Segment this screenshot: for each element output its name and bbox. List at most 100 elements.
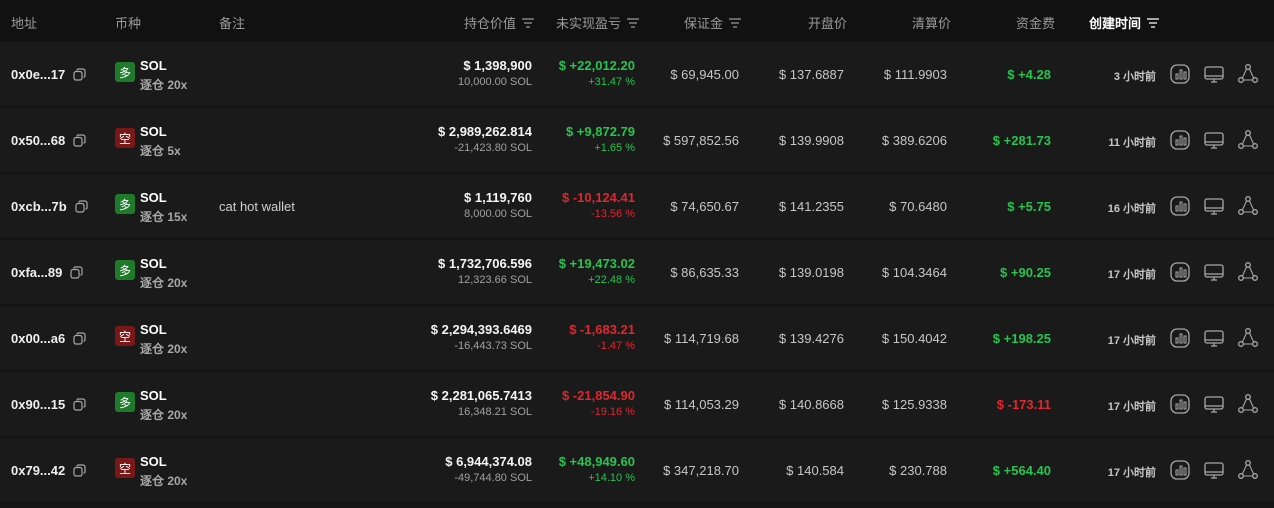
position-value: $ 2,294,393.6469	[430, 322, 532, 337]
bar-chart-icon[interactable]	[1169, 327, 1191, 349]
created-time: 17 小时前	[1107, 269, 1156, 281]
share-network-icon[interactable]	[1237, 393, 1259, 415]
unrealized-pnl-percent: +1.65 %	[594, 142, 635, 154]
share-network-icon[interactable]	[1237, 129, 1259, 151]
address-text[interactable]: 0xcb...7b	[11, 199, 67, 214]
monitor-icon[interactable]	[1203, 459, 1225, 481]
address-text[interactable]: 0x00...a6	[11, 331, 65, 346]
share-network-icon[interactable]	[1237, 195, 1259, 217]
header-margin[interactable]: 保证金	[684, 13, 742, 32]
bar-chart-icon[interactable]	[1169, 459, 1191, 481]
header-funding: 资金费	[1016, 16, 1056, 31]
funding-fee: $ +198.25	[992, 331, 1051, 346]
header-value[interactable]: 持仓价值	[464, 13, 535, 32]
header-created[interactable]: 创建时间	[1089, 13, 1160, 32]
address-cell[interactable]: 0x00...a6	[11, 331, 86, 346]
position-value: $ 1,119,760	[464, 190, 532, 205]
copy-icon[interactable]	[73, 134, 86, 147]
coin-symbol: SOL	[140, 454, 167, 469]
header-address: 地址	[11, 16, 38, 31]
unrealized-pnl: $ +48,949.60	[558, 454, 635, 469]
positions-table: 地址 币种 备注 持仓价值 未实现盈亏 保证金 开盘价 清算价 资金费 创建时间…	[0, 0, 1274, 508]
table-row[interactable]: 0x00...a6 空 SOL 逐仓 20x $ 2,294,393.6469 …	[0, 306, 1274, 370]
header-pnl[interactable]: 未实现盈亏	[556, 13, 640, 32]
table-row[interactable]: 0x79...42 空 SOL 逐仓 20x $ 6,944,374.08 -4…	[0, 438, 1274, 502]
position-value: $ 2,281,065.7413	[430, 388, 532, 403]
funding-fee: $ +564.40	[992, 463, 1051, 478]
filter-icon[interactable]	[522, 17, 535, 28]
copy-icon[interactable]	[73, 464, 86, 477]
bar-chart-icon[interactable]	[1169, 195, 1191, 217]
created-time: 17 小时前	[1107, 401, 1156, 413]
funding-fee: $ +90.25	[1000, 265, 1051, 280]
filter-icon[interactable]	[627, 17, 640, 28]
table-row[interactable]: 0xfa...89 多 SOL 逐仓 20x $ 1,732,706.596 1…	[0, 240, 1274, 304]
unrealized-pnl-percent: -13.56 %	[590, 208, 635, 220]
monitor-icon[interactable]	[1203, 129, 1225, 151]
leverage-label: 逐仓 5x	[140, 144, 181, 158]
table-row[interactable]: 0xcb...7b 多 SOL 逐仓 15x cat hot wallet $ …	[0, 174, 1274, 238]
address-text[interactable]: 0x79...42	[11, 463, 65, 478]
address-cell[interactable]: 0x79...42	[11, 463, 86, 478]
margin-value: $ 114,719.68	[664, 331, 739, 346]
table-row[interactable]: 0x0e...17 多 SOL 逐仓 20x $ 1,398,900 10,00…	[0, 42, 1274, 106]
bar-chart-icon[interactable]	[1169, 261, 1191, 283]
bar-chart-icon[interactable]	[1169, 63, 1191, 85]
monitor-icon[interactable]	[1203, 393, 1225, 415]
address-cell[interactable]: 0xfa...89	[11, 265, 83, 280]
bar-chart-icon[interactable]	[1169, 129, 1191, 151]
side-badge: 多	[115, 260, 135, 280]
side-badge: 多	[115, 392, 135, 412]
coin-symbol: SOL	[140, 190, 167, 205]
copy-icon[interactable]	[73, 398, 86, 411]
address-text[interactable]: 0x50...68	[11, 133, 65, 148]
share-network-icon[interactable]	[1237, 459, 1259, 481]
unrealized-pnl-percent: +14.10 %	[588, 472, 635, 484]
position-size: 16,348.21 SOL	[457, 406, 532, 418]
address-cell[interactable]: 0xcb...7b	[11, 199, 88, 214]
funding-fee: $ +4.28	[1007, 67, 1051, 82]
funding-fee: $ +5.75	[1007, 199, 1051, 214]
bar-chart-icon[interactable]	[1169, 393, 1191, 415]
table-row[interactable]: 0x90...15 多 SOL 逐仓 20x $ 2,281,065.7413 …	[0, 372, 1274, 436]
copy-icon[interactable]	[75, 200, 88, 213]
address-text[interactable]: 0x0e...17	[11, 67, 65, 82]
unrealized-pnl-percent: +31.47 %	[588, 76, 635, 88]
table-row[interactable]: 0x50...68 空 SOL 逐仓 5x $ 2,989,262.814 -2…	[0, 108, 1274, 172]
copy-icon[interactable]	[73, 68, 86, 81]
header-liq-price: 清算价	[912, 16, 952, 31]
open-price: $ 137.6887	[778, 67, 844, 82]
monitor-icon[interactable]	[1203, 195, 1225, 217]
monitor-icon[interactable]	[1203, 63, 1225, 85]
coin-symbol: SOL	[140, 124, 167, 139]
position-size: 12,323.66 SOL	[457, 274, 532, 286]
position-value: $ 2,989,262.814	[438, 124, 532, 139]
address-text[interactable]: 0x90...15	[11, 397, 65, 412]
share-network-icon[interactable]	[1237, 327, 1259, 349]
monitor-icon[interactable]	[1203, 261, 1225, 283]
side-badge: 空	[115, 326, 135, 346]
coin-symbol: SOL	[140, 58, 167, 73]
address-cell[interactable]: 0x90...15	[11, 397, 86, 412]
address-text[interactable]: 0xfa...89	[11, 265, 62, 280]
open-price: $ 140.584	[786, 463, 844, 478]
address-cell[interactable]: 0x50...68	[11, 133, 86, 148]
filter-icon[interactable]	[729, 17, 742, 28]
position-size: -16,443.73 SOL	[454, 340, 532, 352]
created-time: 17 小时前	[1107, 467, 1156, 479]
unrealized-pnl-percent: +22.48 %	[588, 274, 635, 286]
address-cell[interactable]: 0x0e...17	[11, 67, 86, 82]
leverage-label: 逐仓 20x	[140, 408, 188, 422]
monitor-icon[interactable]	[1203, 327, 1225, 349]
liquidation-price: $ 70.6480	[889, 199, 947, 214]
position-size: 10,000.00 SOL	[457, 76, 532, 88]
share-network-icon[interactable]	[1237, 63, 1259, 85]
table-header: 地址 币种 备注 持仓价值 未实现盈亏 保证金 开盘价 清算价 资金费 创建时间	[0, 0, 1274, 42]
copy-icon[interactable]	[70, 266, 83, 279]
share-network-icon[interactable]	[1237, 261, 1259, 283]
filter-icon[interactable]	[1147, 17, 1160, 28]
unrealized-pnl: $ +19,473.02	[558, 256, 635, 271]
open-price: $ 139.0198	[778, 265, 844, 280]
header-note: 备注	[219, 16, 246, 31]
copy-icon[interactable]	[73, 332, 86, 345]
